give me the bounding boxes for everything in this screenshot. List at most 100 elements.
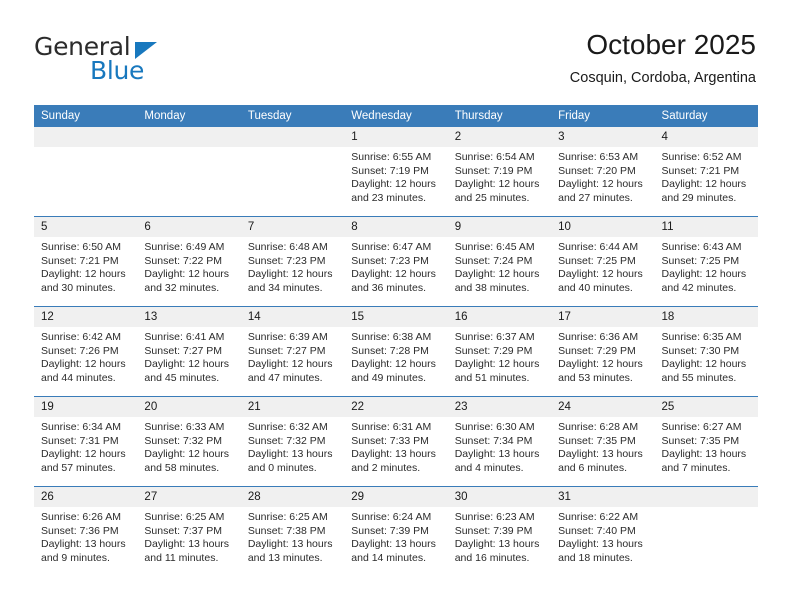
day-details: Sunrise: 6:49 AM Sunset: 7:22 PM Daylight:… — [137, 237, 240, 295]
daylight-text: Daylight: 12 hours and 42 minutes. — [661, 268, 747, 294]
sunset-text: Sunset: 7:23 PM — [247, 254, 326, 267]
sunset-text: Sunset: 7:29 PM — [454, 344, 533, 357]
day-details: Sunrise: 6:50 AM Sunset: 7:21 PM Daylight:… — [34, 237, 137, 295]
calendar-day-cell[interactable]: 29 Sunrise: 6:24 AM Sunset: 7:39 PM Dayligh… — [344, 486, 448, 576]
day-cell-inner: 28 Sunrise: 6:25 AM Sunset: 7:38 PM Dayligh… — [240, 487, 345, 576]
day-number: 27 — [137, 487, 241, 507]
calendar-day-cell[interactable]: 9 Sunrise: 6:45 AM Sunset: 7:24 PM Daylight… — [447, 216, 552, 307]
calendar-day-cell[interactable]: 8 Sunrise: 6:47 AM Sunset: 7:23 PM Daylight… — [344, 216, 448, 307]
daylight-text: Daylight: 12 hours and 45 minutes. — [144, 358, 230, 384]
calendar-day-cell[interactable]: 2 Sunrise: 6:54 AM Sunset: 7:19 PM Daylight… — [447, 127, 552, 217]
calendar-day-cell[interactable]: 11 Sunrise: 6:43 AM Sunset: 7:25 PM Dayligh… — [654, 216, 758, 307]
day-number: 19 — [34, 397, 138, 417]
day-number: 7 — [240, 217, 345, 237]
sunrise-text: Sunrise: 6:36 AM — [558, 331, 639, 343]
sunrise-text: Sunrise: 6:39 AM — [247, 331, 328, 343]
calendar-day-cell[interactable]: 26 Sunrise: 6:26 AM Sunset: 7:36 PM Dayligh… — [34, 486, 138, 576]
calendar-day-cell[interactable]: 21 Sunrise: 6:32 AM Sunset: 7:32 PM Dayligh… — [240, 396, 345, 487]
sunset-text: Sunset: 7:21 PM — [41, 254, 119, 267]
calendar-day-cell[interactable]: 15 Sunrise: 6:38 AM Sunset: 7:28 PM Dayligh… — [344, 306, 448, 397]
calendar-week-row: 26 Sunrise: 6:26 AM Sunset: 7:36 PM Dayligh… — [34, 486, 758, 576]
sunset-text: Sunset: 7:24 PM — [454, 254, 533, 267]
calendar-day-cell[interactable]: 5 Sunrise: 6:50 AM Sunset: 7:21 PM Daylight… — [34, 216, 138, 307]
day-details: Sunrise: 6:26 AM Sunset: 7:36 PM Daylight:… — [34, 507, 137, 565]
calendar-day-cell[interactable]: 24 Sunrise: 6:28 AM Sunset: 7:35 PM Dayligh… — [551, 396, 655, 487]
day-cell-inner: 27 Sunrise: 6:25 AM Sunset: 7:37 PM Dayligh… — [137, 487, 241, 576]
day-cell-inner: 23 Sunrise: 6:30 AM Sunset: 7:34 PM Dayligh… — [447, 397, 552, 486]
sunrise-text: Sunrise: 6:32 AM — [247, 421, 328, 433]
calendar-day-cell[interactable]: 10 Sunrise: 6:44 AM Sunset: 7:25 PM Dayligh… — [551, 216, 655, 307]
calendar-day-cell[interactable]: 19 Sunrise: 6:34 AM Sunset: 7:31 PM Dayligh… — [34, 396, 138, 487]
sunrise-text: Sunrise: 6:33 AM — [144, 421, 225, 433]
sunrise-text: Sunrise: 6:44 AM — [558, 241, 639, 253]
calendar-day-cell[interactable]: 14 Sunrise: 6:39 AM Sunset: 7:27 PM Dayligh… — [240, 306, 345, 397]
day-cell-inner: 5 Sunrise: 6:50 AM Sunset: 7:21 PM Daylight… — [34, 217, 138, 306]
day-cell-inner: 11 Sunrise: 6:43 AM Sunset: 7:25 PM Dayligh… — [654, 217, 758, 306]
calendar-day-cell[interactable]: 13 Sunrise: 6:41 AM Sunset: 7:27 PM Dayligh… — [137, 306, 241, 397]
calendar-day-cell[interactable]: 12 Sunrise: 6:42 AM Sunset: 7:26 PM Dayligh… — [34, 306, 138, 397]
daylight-text: Daylight: 12 hours and 40 minutes. — [558, 268, 643, 294]
sunset-text: Sunset: 7:27 PM — [144, 344, 223, 357]
weekday-header-saturday: Saturday — [654, 105, 758, 127]
sunset-text: Sunset: 7:34 PM — [454, 434, 533, 447]
day-details: Sunrise: 6:38 AM Sunset: 7:28 PM Daylight:… — [344, 327, 447, 385]
sunset-text: Sunset: 7:37 PM — [144, 524, 223, 537]
sunrise-text: Sunrise: 6:30 AM — [454, 421, 535, 433]
sunrise-text: Sunrise: 6:55 AM — [351, 151, 432, 163]
day-details: Sunrise: 6:32 AM Sunset: 7:32 PM Daylight:… — [241, 417, 344, 475]
sunrise-text: Sunrise: 6:27 AM — [661, 421, 742, 433]
calendar-day-cell-empty — [240, 127, 345, 217]
calendar-day-cell[interactable]: 16 Sunrise: 6:37 AM Sunset: 7:29 PM Dayligh… — [447, 306, 552, 397]
day-details: Sunrise: 6:34 AM Sunset: 7:31 PM Daylight:… — [34, 417, 137, 475]
daylight-text: Daylight: 13 hours and 7 minutes. — [661, 448, 747, 474]
calendar-day-cell[interactable]: 22 Sunrise: 6:31 AM Sunset: 7:33 PM Dayligh… — [344, 396, 448, 487]
day-number: 2 — [447, 127, 552, 147]
calendar-day-cell[interactable]: 28 Sunrise: 6:25 AM Sunset: 7:38 PM Dayligh… — [240, 486, 345, 576]
calendar-day-cell[interactable]: 23 Sunrise: 6:30 AM Sunset: 7:34 PM Dayligh… — [447, 396, 552, 487]
sunset-text: Sunset: 7:19 PM — [454, 164, 533, 177]
sunrise-text: Sunrise: 6:49 AM — [144, 241, 225, 253]
day-cell-inner: 4 Sunrise: 6:52 AM Sunset: 7:21 PM Daylight… — [654, 127, 758, 216]
day-details: Sunrise: 6:36 AM Sunset: 7:29 PM Daylight:… — [551, 327, 654, 385]
sunrise-text: Sunrise: 6:37 AM — [454, 331, 535, 343]
calendar-day-cell[interactable]: 25 Sunrise: 6:27 AM Sunset: 7:35 PM Dayligh… — [654, 396, 758, 487]
calendar-day-cell[interactable]: 30 Sunrise: 6:23 AM Sunset: 7:39 PM Dayligh… — [447, 486, 552, 576]
calendar-day-cell[interactable]: 6 Sunrise: 6:49 AM Sunset: 7:22 PM Daylight… — [137, 216, 241, 307]
sunrise-text: Sunrise: 6:43 AM — [661, 241, 742, 253]
sunset-text: Sunset: 7:19 PM — [351, 164, 429, 177]
sunrise-text: Sunrise: 6:25 AM — [247, 511, 328, 523]
day-number: 20 — [137, 397, 241, 417]
day-cell-inner: 31 Sunrise: 6:22 AM Sunset: 7:40 PM Dayligh… — [551, 487, 655, 576]
day-number: 22 — [344, 397, 448, 417]
day-cell-inner: 17 Sunrise: 6:36 AM Sunset: 7:29 PM Dayligh… — [551, 307, 655, 396]
calendar-day-cell[interactable]: 4 Sunrise: 6:52 AM Sunset: 7:21 PM Daylight… — [654, 127, 758, 217]
calendar-day-cell[interactable]: 20 Sunrise: 6:33 AM Sunset: 7:32 PM Dayligh… — [137, 396, 241, 487]
day-cell-inner: 6 Sunrise: 6:49 AM Sunset: 7:22 PM Daylight… — [137, 217, 241, 306]
sunset-text: Sunset: 7:22 PM — [144, 254, 223, 267]
day-number: 17 — [551, 307, 655, 327]
sunset-text: Sunset: 7:23 PM — [351, 254, 429, 267]
sunrise-text: Sunrise: 6:31 AM — [351, 421, 432, 433]
calendar-day-cell[interactable]: 7 Sunrise: 6:48 AM Sunset: 7:23 PM Daylight… — [240, 216, 345, 307]
day-details: Sunrise: 6:41 AM Sunset: 7:27 PM Daylight:… — [137, 327, 240, 385]
sunrise-text: Sunrise: 6:50 AM — [41, 241, 121, 253]
daylight-text: Daylight: 13 hours and 13 minutes. — [247, 538, 333, 564]
day-number: 9 — [447, 217, 552, 237]
calendar-day-cell[interactable]: 17 Sunrise: 6:36 AM Sunset: 7:29 PM Dayligh… — [551, 306, 655, 397]
sunset-text: Sunset: 7:39 PM — [351, 524, 429, 537]
daylight-text: Daylight: 12 hours and 34 minutes. — [247, 268, 333, 294]
daylight-text: Daylight: 13 hours and 0 minutes. — [247, 448, 333, 474]
day-number: 13 — [137, 307, 241, 327]
calendar-day-cell[interactable]: 27 Sunrise: 6:25 AM Sunset: 7:37 PM Dayligh… — [137, 486, 241, 576]
sunrise-text: Sunrise: 6:24 AM — [351, 511, 432, 523]
calendar-day-cell[interactable]: 3 Sunrise: 6:53 AM Sunset: 7:20 PM Daylight… — [551, 127, 655, 217]
calendar-day-cell[interactable]: 18 Sunrise: 6:35 AM Sunset: 7:30 PM Dayligh… — [654, 306, 758, 397]
sunset-text: Sunset: 7:39 PM — [454, 524, 533, 537]
calendar-day-cell[interactable]: 31 Sunrise: 6:22 AM Sunset: 7:40 PM Dayligh… — [551, 486, 655, 576]
day-cell-inner: 12 Sunrise: 6:42 AM Sunset: 7:26 PM Dayligh… — [34, 307, 138, 396]
calendar-body: 1 Sunrise: 6:55 AM Sunset: 7:19 PM Daylight… — [34, 127, 758, 576]
day-details: Sunrise: 6:39 AM Sunset: 7:27 PM Daylight:… — [241, 327, 344, 385]
day-details: Sunrise: 6:44 AM Sunset: 7:25 PM Daylight:… — [551, 237, 654, 295]
day-cell-inner — [654, 487, 758, 576]
calendar-day-cell[interactable]: 1 Sunrise: 6:55 AM Sunset: 7:19 PM Daylight… — [344, 127, 448, 217]
